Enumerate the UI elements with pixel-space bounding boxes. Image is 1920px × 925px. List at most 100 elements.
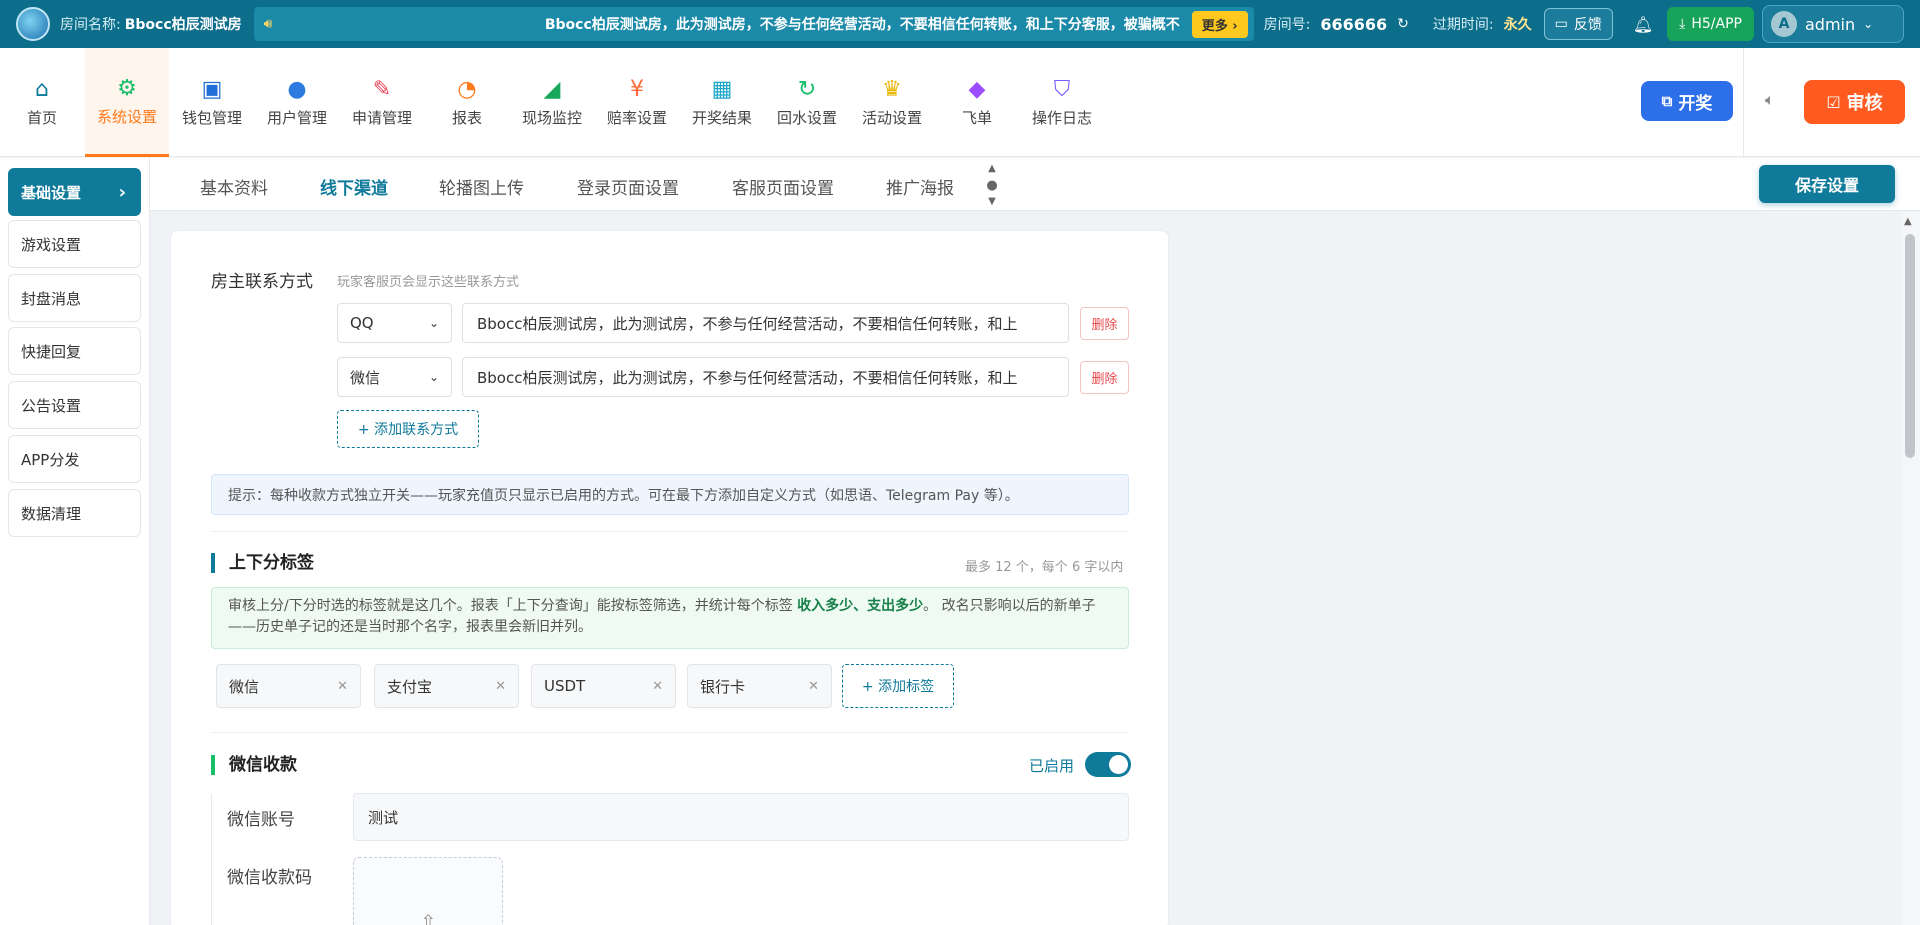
sidebar-item[interactable]: 基础设置 ›: [8, 168, 141, 216]
chevron-down-icon: ⌄: [1863, 17, 1874, 31]
nav-item[interactable]: ◔ 报表: [425, 48, 509, 157]
sidebar-item[interactable]: 游戏设置: [8, 220, 141, 268]
tag-item[interactable]: 银行卡 ✕: [687, 664, 832, 708]
contact-type-select[interactable]: QQ ⌄: [337, 303, 452, 343]
grid-icon: ◆: [968, 77, 986, 102]
nav-item-label: 活动设置: [861, 109, 922, 127]
tab-scroll-control[interactable]: ▲ ● ▼: [985, 163, 999, 207]
delete-contact-button[interactable]: 删除: [1080, 361, 1129, 394]
volume-icon[interactable]: 🔈︎: [1765, 90, 1775, 110]
nav-item[interactable]: ◢ 现场监控: [510, 48, 594, 157]
logo: [16, 7, 50, 41]
settings-sidebar: 基础设置 › 游戏设置封盘消息快捷回复公告设置 APP分发数据清理: [0, 158, 150, 925]
close-icon[interactable]: ✕: [808, 679, 819, 694]
sidebar-item[interactable]: APP分发: [8, 435, 141, 483]
toggle-knob: [1109, 755, 1128, 774]
tab[interactable]: 基本资料: [200, 174, 268, 199]
trophy-icon: ♛: [882, 77, 902, 102]
scroll-up-icon[interactable]: ▲: [1904, 216, 1912, 227]
content-card: 房主联系方式 玩家客服页会显示这些联系方式 QQ ⌄ Bbocc柏辰测试房，此为…: [170, 230, 1169, 925]
sidebar-item[interactable]: 公告设置: [8, 381, 141, 429]
refresh-icon[interactable]: ↻: [1397, 16, 1409, 32]
wechat-account-input[interactable]: 测试: [353, 793, 1129, 841]
nav-item[interactable]: ▦ 开奖结果: [680, 48, 764, 157]
sidebar-item[interactable]: 封盘消息: [8, 274, 141, 322]
sidebar-item[interactable]: 数据清理: [8, 489, 141, 537]
speaker-icon: 🔊︎: [263, 16, 273, 32]
close-icon[interactable]: ✕: [337, 679, 348, 694]
apply-icon: ✎: [372, 77, 392, 102]
feedback-button[interactable]: ▭ 反馈: [1543, 8, 1613, 40]
nav-item[interactable]: ▣ 钱包管理: [170, 48, 254, 157]
tab[interactable]: 客服页面设置: [732, 174, 834, 199]
nav-item[interactable]: ⌂ 首页: [0, 48, 84, 157]
contact-value-input[interactable]: Bbocc柏辰测试房，此为测试房，不参与任何经营活动，不要相信任何转账，和上: [462, 303, 1069, 343]
external-link-icon: ⧉: [1661, 92, 1673, 110]
sidebar-item-label: 快捷回复: [21, 342, 82, 361]
nav-item-label: 回水设置: [776, 109, 837, 127]
nav-item[interactable]: ⛉ 操作日志: [1020, 48, 1104, 157]
nav-item[interactable]: ◆ 飞单: [935, 48, 1019, 157]
contact-value-input[interactable]: Bbocc柏辰测试房，此为测试房，不参与任何经营活动，不要相信任何转账，和上: [462, 357, 1069, 397]
expire-value: 永久: [1503, 17, 1532, 33]
module-nav: ⌂ 首页 ⚙ 系统设置 ▣ 钱包管理 ● 用户管理 ✎ 申请管理 ◔ 报表 ◢ 现场监控 ¥ 赔率设置 ▦ 开奖结…: [0, 48, 1920, 157]
nav-item[interactable]: ✎ 申请管理: [340, 48, 424, 157]
tab[interactable]: 线下渠道: [320, 174, 388, 199]
settings-tabs: ▲ ● ▼ 基本资料 线下渠道 轮播图上传 登录页面设置 客服页面设置 推广海报: [150, 158, 1920, 211]
tag-item[interactable]: 微信 ✕: [216, 664, 361, 708]
refresh-icon: ↻: [797, 77, 817, 102]
sidebar-item-label: 数据清理: [21, 504, 82, 523]
tags-info-highlight: 收入多少、支出多少: [797, 598, 924, 614]
bell-icon[interactable]: 🔔︎: [1633, 15, 1653, 34]
home-icon: ⌂: [35, 77, 49, 102]
kaijiang-label: 开奖: [1678, 93, 1713, 114]
marquee-text: Bbocc柏辰测试房，此为测试房，不参与任何经营活动，不要相信任何转账，和上下分…: [544, 17, 1180, 33]
upload-icon: ⇧: [420, 910, 437, 925]
wechat-enabled-label: 已启用: [1029, 757, 1075, 775]
feedback-label: 反馈: [1573, 17, 1602, 33]
username: admin: [1804, 14, 1856, 34]
add-contact-button[interactable]: + 添加联系方式: [337, 410, 479, 448]
nav-item[interactable]: ⚙ 系统设置: [85, 48, 169, 157]
add-tag-button[interactable]: + 添加标签: [842, 664, 954, 708]
close-icon[interactable]: ✕: [495, 679, 506, 694]
chevron-right-icon: ›: [118, 181, 126, 203]
sidebar-item[interactable]: 快捷回复: [8, 327, 141, 375]
user-icon: ●: [287, 77, 307, 102]
close-icon[interactable]: ✕: [652, 679, 663, 694]
tab[interactable]: 推广海报: [886, 174, 954, 199]
kaijiang-button[interactable]: ⧉ 开奖: [1641, 81, 1733, 121]
tab[interactable]: 登录页面设置: [577, 174, 679, 199]
more-button[interactable]: 更多 ›: [1191, 10, 1248, 38]
tag-item[interactable]: 支付宝 ✕: [374, 664, 519, 708]
sidebar-item-label: 封盘消息: [21, 289, 82, 308]
contact-type-value: 微信: [350, 368, 381, 387]
camera-icon: ◢: [543, 77, 561, 102]
h5-app-button[interactable]: ⤓ H5/APP: [1667, 7, 1754, 41]
more-dots-icon: ●: [986, 177, 998, 193]
nav-item[interactable]: ♛ 活动设置: [850, 48, 934, 157]
nav-item[interactable]: ¥ 赔率设置: [595, 48, 679, 157]
wechat-enable-toggle[interactable]: [1085, 752, 1131, 777]
tag-label: 微信: [229, 677, 260, 696]
scrollbar-thumb[interactable]: [1905, 234, 1915, 458]
user-menu[interactable]: A admin ⌄: [1761, 5, 1904, 43]
expire-label: 过期时间:: [1432, 17, 1494, 33]
nav-item-label: 现场监控: [521, 109, 582, 127]
wechat-section-title: 微信收款: [211, 755, 297, 775]
nav-divider: [1743, 48, 1744, 157]
tab[interactable]: 轮播图上传: [439, 174, 524, 199]
nav-item[interactable]: ● 用户管理: [255, 48, 339, 157]
contact-type-select[interactable]: 微信 ⌄: [337, 357, 452, 397]
qrcode-upload[interactable]: ⇧: [353, 857, 503, 925]
save-settings-button[interactable]: 保存设置: [1759, 165, 1895, 203]
nav-item[interactable]: ↻ 回水设置: [765, 48, 849, 157]
nav-item-label: 系统设置: [96, 107, 157, 126]
wallet-icon: ▣: [201, 77, 223, 102]
review-button[interactable]: ☑ 审核: [1804, 80, 1905, 124]
tag-item[interactable]: USDT ✕: [531, 664, 676, 708]
delete-contact-button[interactable]: 删除: [1080, 307, 1129, 340]
nav-item-label: 申请管理: [351, 109, 412, 127]
review-label: 审核: [1846, 93, 1883, 114]
tag-label: 支付宝: [387, 677, 433, 696]
